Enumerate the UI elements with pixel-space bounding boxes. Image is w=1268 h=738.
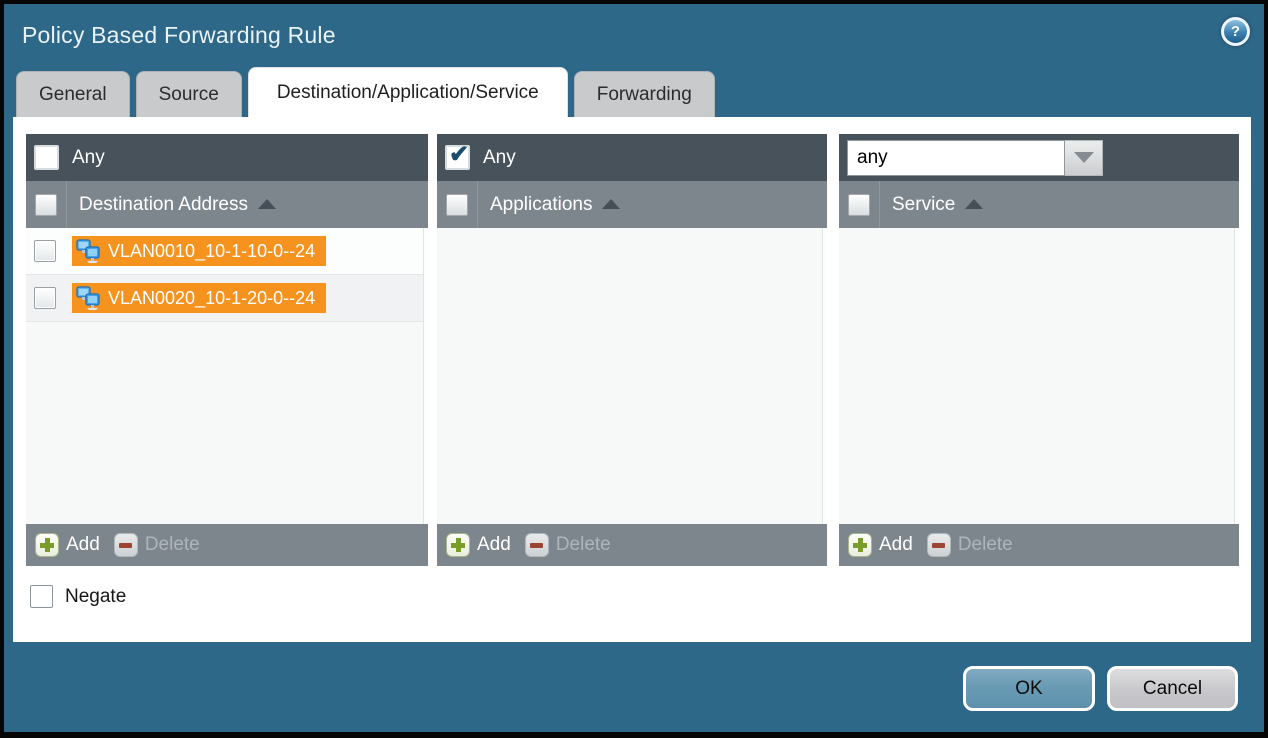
tab-destination-application-service[interactable]: Destination/Application/Service xyxy=(248,67,568,117)
delete-button[interactable]: Delete xyxy=(927,533,1013,557)
table-row: VLAN0010_10-1-10-0--24 xyxy=(26,228,428,275)
applications-header-label[interactable]: Applications xyxy=(490,194,592,216)
add-button[interactable]: Add xyxy=(35,533,100,557)
destination-any-bar: Any xyxy=(26,134,428,181)
applications-any-checkbox[interactable] xyxy=(445,145,470,170)
tab-source[interactable]: Source xyxy=(136,71,242,117)
scrollbar-track[interactable] xyxy=(822,228,827,524)
service-toolbar: Add Delete xyxy=(839,524,1239,566)
destination-any-label: Any xyxy=(72,147,105,169)
minus-icon xyxy=(927,533,951,557)
dialog-titlebar: Policy Based Forwarding Rule ? xyxy=(4,4,1264,67)
sort-ascending-icon[interactable] xyxy=(965,199,983,209)
service-dropdown-bar: any xyxy=(839,134,1239,181)
applications-list xyxy=(437,228,827,524)
address-object-chip[interactable]: VLAN0020_10-1-20-0--24 xyxy=(72,283,326,313)
add-button[interactable]: Add xyxy=(446,533,511,557)
plus-icon xyxy=(446,533,470,557)
minus-icon xyxy=(525,533,549,557)
service-dropdown-value[interactable]: any xyxy=(847,140,1065,176)
applications-any-label: Any xyxy=(483,147,516,169)
minus-icon xyxy=(114,533,138,557)
row-checkbox[interactable] xyxy=(34,240,56,262)
applications-any-bar: Any xyxy=(437,134,827,181)
applications-column-header: Applications xyxy=(437,181,827,228)
row-checkbox[interactable] xyxy=(34,287,56,309)
address-object-label: VLAN0010_10-1-10-0--24 xyxy=(108,241,315,262)
network-address-icon xyxy=(75,238,101,264)
destination-select-all-checkbox[interactable] xyxy=(35,194,57,216)
negate-label: Negate xyxy=(65,586,126,608)
scrollbar-track[interactable] xyxy=(1234,228,1239,524)
dropdown-button[interactable] xyxy=(1065,140,1103,176)
service-dropdown: any xyxy=(847,140,1103,176)
applications-column: Any Applications Add xyxy=(437,134,827,566)
destination-column-header: Destination Address xyxy=(26,181,428,228)
tab-content-panel: Any Destination Address xyxy=(13,117,1251,642)
service-header-label[interactable]: Service xyxy=(892,194,955,216)
cancel-button[interactable]: Cancel xyxy=(1107,666,1238,711)
destination-address-list: VLAN0010_10-1-10-0--24 xyxy=(26,228,428,524)
tab-forwarding[interactable]: Forwarding xyxy=(574,71,715,117)
delete-button[interactable]: Delete xyxy=(525,533,611,557)
dialog-title: Policy Based Forwarding Rule xyxy=(22,22,336,49)
negate-checkbox[interactable] xyxy=(30,585,53,608)
service-column-header: Service xyxy=(839,181,1239,228)
scrollbar-track[interactable] xyxy=(423,228,428,524)
ok-button[interactable]: OK xyxy=(963,666,1095,711)
pbf-rule-dialog: Policy Based Forwarding Rule ? General S… xyxy=(4,4,1264,732)
negate-row: Negate xyxy=(30,585,1251,608)
destination-address-column: Any Destination Address xyxy=(26,134,428,566)
add-button[interactable]: Add xyxy=(848,533,913,557)
address-object-chip[interactable]: VLAN0010_10-1-10-0--24 xyxy=(72,236,326,266)
destination-toolbar: Add Delete xyxy=(26,524,428,566)
service-column: any Service xyxy=(839,134,1239,566)
destination-any-checkbox[interactable] xyxy=(34,145,59,170)
sort-ascending-icon[interactable] xyxy=(602,199,620,209)
service-list xyxy=(839,228,1239,524)
service-select-all-checkbox[interactable] xyxy=(848,194,870,216)
question-glyph: ? xyxy=(1231,23,1240,40)
applications-select-all-checkbox[interactable] xyxy=(446,194,468,216)
delete-button[interactable]: Delete xyxy=(114,533,200,557)
table-row: VLAN0020_10-1-20-0--24 xyxy=(26,275,428,322)
help-icon[interactable]: ? xyxy=(1221,17,1250,46)
selector-columns: Any Destination Address xyxy=(13,117,1251,566)
plus-icon xyxy=(35,533,59,557)
tab-bar: General Source Destination/Application/S… xyxy=(4,67,1264,117)
destination-header-label[interactable]: Destination Address xyxy=(79,194,248,216)
network-address-icon xyxy=(75,285,101,311)
address-object-label: VLAN0020_10-1-20-0--24 xyxy=(108,288,315,309)
applications-toolbar: Add Delete xyxy=(437,524,827,566)
tab-general[interactable]: General xyxy=(16,71,130,117)
chevron-down-icon xyxy=(1074,152,1094,163)
plus-icon xyxy=(848,533,872,557)
sort-ascending-icon[interactable] xyxy=(258,199,276,209)
